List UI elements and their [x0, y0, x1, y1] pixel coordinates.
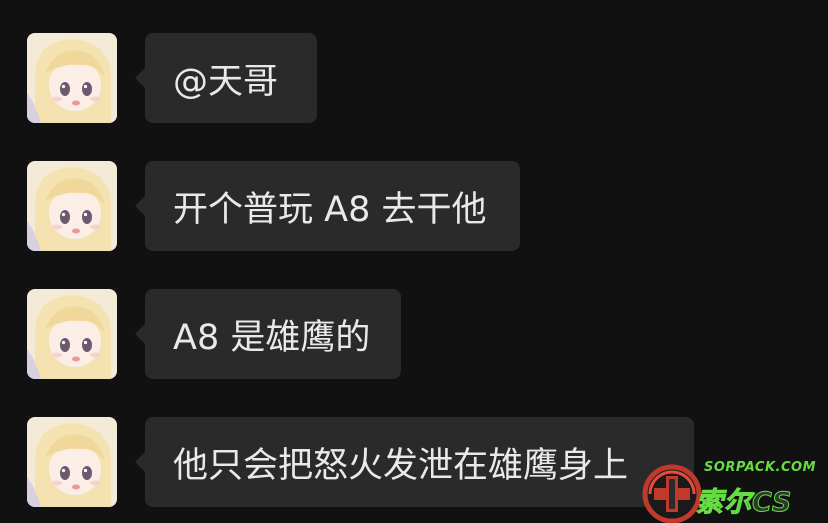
- chat-message: 开个普玩 A8 去干他: [27, 161, 807, 253]
- avatar[interactable]: [27, 289, 117, 379]
- message-bubble[interactable]: A8 是雄鹰的: [135, 289, 401, 379]
- watermark-site-text: SORPACK.COM: [704, 460, 817, 475]
- chat-message-list: @天哥 开个普玩 A8 去干他 A8 是雄鹰的 他只会把怒火发泄在雄鹰身上: [0, 0, 828, 523]
- message-bubble[interactable]: 他只会把怒火发泄在雄鹰身上: [135, 417, 694, 507]
- anime-girl-avatar-icon: [27, 33, 117, 123]
- anime-girl-avatar-icon: [27, 289, 117, 379]
- chat-message: @天哥: [27, 33, 807, 125]
- watermark-brand-text: 索尔CS: [695, 487, 793, 519]
- message-text: A8 是雄鹰的: [173, 317, 371, 358]
- site-watermark: SORPACK.COM 索尔CS: [636, 458, 828, 523]
- message-bubble[interactable]: @天哥: [135, 33, 317, 123]
- chat-message: A8 是雄鹰的: [27, 289, 807, 381]
- anime-girl-avatar-icon: [27, 417, 117, 507]
- avatar[interactable]: [27, 33, 117, 123]
- message-text: 他只会把怒火发泄在雄鹰身上: [173, 445, 629, 486]
- message-text: @天哥: [173, 61, 279, 102]
- anime-girl-avatar-icon: [27, 161, 117, 251]
- message-bubble[interactable]: 开个普玩 A8 去干他: [135, 161, 520, 251]
- avatar[interactable]: [27, 161, 117, 251]
- avatar[interactable]: [27, 417, 117, 507]
- message-text: 开个普玩 A8 去干他: [173, 189, 487, 230]
